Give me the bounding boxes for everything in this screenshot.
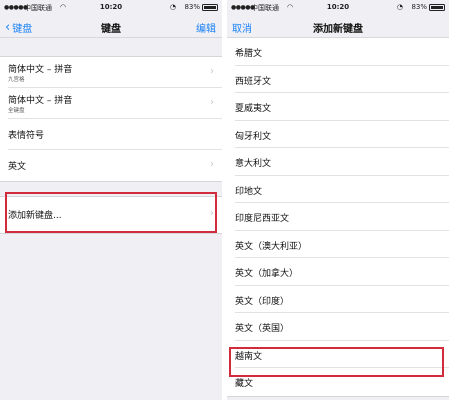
language-name: 英文（印度） [235, 296, 290, 307]
chevron-right-icon: › [210, 97, 214, 108]
list-item[interactable]: 匈牙利文 [235, 121, 449, 148]
keyboard-name: 英文 [8, 162, 27, 172]
language-name: 印地文 [235, 186, 263, 197]
rotation-lock-icon: ◔ [169, 3, 176, 11]
keyboard-layout: 全键盘 [8, 108, 25, 114]
language-list: 希腊文 西班牙文 夏威夷文 匈牙利文 意大利文 印地文 印度尼西亚文 英文（澳大… [227, 38, 449, 397]
keyboard-layout: 九宫格 [8, 77, 25, 83]
status-bar: ●●●●● 中国联通 ◠ 10:20 ◔ 83% [0, 0, 222, 14]
keyboard-name: 简体中文 – 拼音 [8, 65, 73, 75]
list-item[interactable]: 意大利文 [235, 148, 449, 176]
list-item[interactable]: 夏威夷文 [235, 93, 449, 121]
language-name: 西班牙文 [235, 76, 272, 87]
list-item[interactable]: 英文（加拿大） [235, 258, 449, 286]
add-keyboard-screen: ●●●●● 中国联通 ◠ 10:20 ◔ 83% 取消 添加新键盘 希腊文 西班… [227, 0, 449, 400]
list-item[interactable]: 英文 › [8, 150, 222, 181]
list-item[interactable]: 表情符号 [8, 119, 222, 150]
rotation-lock-icon: ◔ [396, 3, 403, 11]
list-item[interactable]: 英文（英国） [235, 313, 449, 341]
list-item[interactable]: 印度尼西亚文 [235, 203, 449, 231]
language-name: 印度尼西亚文 [235, 214, 290, 224]
language-name: 意大利文 [235, 159, 272, 169]
battery-percent: 83% [411, 3, 427, 11]
page-title: 键盘 [101, 24, 121, 35]
navigation-bar: ‹ 键盘 键盘 编辑 [0, 14, 222, 38]
battery-percent: 83% [184, 3, 200, 11]
language-name: 英文（澳大利亚） [235, 241, 308, 252]
list-item[interactable]: 希腊文 [235, 38, 449, 66]
list-item[interactable]: 简体中文 – 拼音 全键盘 › [8, 88, 222, 119]
language-name: 英文（加拿大） [235, 269, 299, 279]
language-name: 夏威夷文 [235, 104, 272, 114]
language-name: 匈牙利文 [235, 131, 272, 142]
list-item[interactable]: 英文（印度） [235, 286, 449, 313]
edit-button[interactable]: 编辑 [196, 20, 216, 35]
navigation-bar: 取消 添加新键盘 [227, 14, 449, 38]
status-bar: ●●●●● 中国联通 ◠ 10:20 ◔ 83% [227, 0, 449, 14]
keyboard-name: 表情符号 [8, 131, 45, 141]
list-item[interactable]: 西班牙文 [235, 66, 449, 93]
language-name: 英文（英国） [235, 324, 290, 334]
chevron-right-icon: › [210, 66, 214, 77]
battery-icon [202, 4, 218, 11]
keyboard-list: 简体中文 – 拼音 九宫格 › 简体中文 – 拼音 全键盘 › 表情符号 英文 … [0, 56, 222, 182]
page-title: 添加新键盘 [313, 24, 363, 35]
highlight-frame [5, 192, 217, 233]
language-name: 藏文 [235, 379, 254, 389]
list-item[interactable]: 印地文 [235, 176, 449, 203]
keyboard-name: 简体中文 – 拼音 [8, 96, 73, 106]
list-item[interactable]: 简体中文 – 拼音 九宫格 › [8, 57, 222, 88]
language-name: 希腊文 [235, 49, 263, 59]
chevron-right-icon: › [210, 159, 214, 170]
keyboards-screen: ●●●●● 中国联通 ◠ 10:20 ◔ 83% ‹ 键盘 键盘 编辑 简体中文 … [0, 0, 222, 400]
highlight-frame [229, 347, 444, 377]
battery-icon [429, 4, 445, 11]
list-item[interactable]: 英文（澳大利亚） [235, 231, 449, 258]
